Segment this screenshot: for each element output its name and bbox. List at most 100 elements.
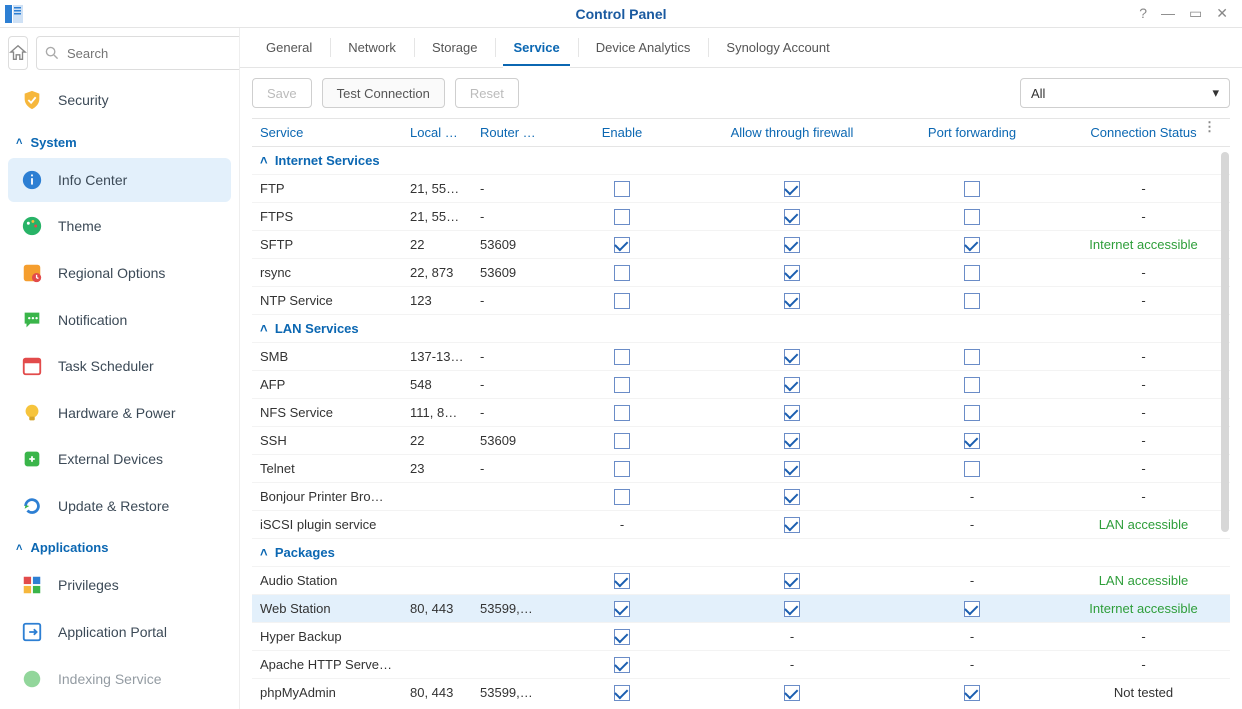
checkbox[interactable]: [614, 181, 630, 197]
search-input[interactable]: [65, 45, 240, 62]
sidebar-item-theme[interactable]: Theme: [8, 204, 231, 249]
table-row[interactable]: Bonjour Printer Bro… - -: [252, 483, 1230, 511]
checkbox[interactable]: [784, 209, 800, 225]
table-section[interactable]: ˄ Internet Services: [252, 147, 1230, 175]
checkbox[interactable]: [614, 209, 630, 225]
checkbox[interactable]: [614, 349, 630, 365]
table-row[interactable]: FTP 21, 55… - -: [252, 175, 1230, 203]
col-enable[interactable]: Enable: [547, 119, 697, 147]
checkbox[interactable]: [964, 209, 980, 225]
table-row[interactable]: Telnet 23 - -: [252, 455, 1230, 483]
col-router-port[interactable]: Router …: [472, 119, 547, 147]
reset-button[interactable]: Reset: [455, 78, 519, 108]
sidebar-item-external-devices[interactable]: External Devices: [8, 437, 231, 482]
sidebar-item-regional[interactable]: Regional Options: [8, 251, 231, 296]
help-icon[interactable]: ?: [1139, 5, 1147, 22]
checkbox[interactable]: [614, 657, 630, 673]
checkbox[interactable]: [964, 685, 980, 701]
checkbox[interactable]: [964, 601, 980, 617]
save-button[interactable]: Save: [252, 78, 312, 108]
table-row[interactable]: AFP 548 - -: [252, 371, 1230, 399]
checkbox[interactable]: [614, 237, 630, 253]
tab-network[interactable]: Network: [330, 28, 414, 67]
table-row[interactable]: Hyper Backup - - -: [252, 623, 1230, 651]
test-connection-button[interactable]: Test Connection: [322, 78, 445, 108]
checkbox[interactable]: [784, 517, 800, 533]
sidebar-item-indexing[interactable]: Indexing Service: [8, 656, 231, 701]
sidebar-group-system[interactable]: ˄ System: [8, 125, 231, 156]
checkbox[interactable]: [784, 377, 800, 393]
search-box[interactable]: [36, 36, 240, 70]
checkbox[interactable]: [964, 349, 980, 365]
sidebar-item-app-portal[interactable]: Application Portal: [8, 610, 231, 655]
checkbox[interactable]: [614, 293, 630, 309]
checkbox[interactable]: [784, 573, 800, 589]
sidebar-item-notification[interactable]: Notification: [8, 297, 231, 342]
filter-dropdown[interactable]: All ▾: [1020, 78, 1230, 108]
checkbox[interactable]: [614, 405, 630, 421]
checkbox[interactable]: [964, 461, 980, 477]
checkbox[interactable]: [614, 461, 630, 477]
scrollbar-thumb[interactable]: [1221, 152, 1229, 532]
tab-storage[interactable]: Storage: [414, 28, 496, 67]
checkbox[interactable]: [614, 433, 630, 449]
table-row[interactable]: FTPS 21, 55… - -: [252, 203, 1230, 231]
checkbox[interactable]: [614, 573, 630, 589]
sidebar-item-privileges[interactable]: Privileges: [8, 563, 231, 608]
table-row[interactable]: NFS Service 111, 8… - -: [252, 399, 1230, 427]
table-row[interactable]: SMB 137-13… - -: [252, 343, 1230, 371]
checkbox[interactable]: [784, 181, 800, 197]
checkbox[interactable]: [784, 405, 800, 421]
sidebar-item-security[interactable]: Security: [8, 78, 231, 123]
col-firewall[interactable]: Allow through firewall: [697, 119, 887, 147]
table-row[interactable]: iSCSI plugin service - - LAN accessible: [252, 511, 1230, 539]
sidebar-item-info-center[interactable]: Info Center: [8, 158, 231, 203]
tab-general[interactable]: General: [248, 28, 330, 67]
sidebar-item-update-restore[interactable]: Update & Restore: [8, 484, 231, 529]
checkbox[interactable]: [784, 489, 800, 505]
home-button[interactable]: [8, 36, 28, 70]
checkbox[interactable]: [964, 377, 980, 393]
checkbox[interactable]: [784, 237, 800, 253]
checkbox[interactable]: [614, 629, 630, 645]
checkbox[interactable]: [964, 265, 980, 281]
checkbox[interactable]: [784, 601, 800, 617]
checkbox[interactable]: [964, 237, 980, 253]
checkbox[interactable]: [964, 293, 980, 309]
minimize-icon[interactable]: —: [1161, 5, 1175, 22]
tab-service[interactable]: Service: [495, 28, 577, 67]
table-row[interactable]: NTP Service 123 - -: [252, 287, 1230, 315]
checkbox[interactable]: [964, 181, 980, 197]
tab-synology-account[interactable]: Synology Account: [708, 28, 847, 67]
sidebar-item-hardware-power[interactable]: Hardware & Power: [8, 390, 231, 435]
checkbox[interactable]: [964, 433, 980, 449]
checkbox[interactable]: [614, 377, 630, 393]
scrollbar[interactable]: [1220, 152, 1230, 701]
table-row[interactable]: SFTP 22 53609 Internet accessible: [252, 231, 1230, 259]
col-conn-status[interactable]: Connection Status ⋮: [1057, 119, 1230, 147]
col-port-forwarding[interactable]: Port forwarding: [887, 119, 1057, 147]
checkbox[interactable]: [784, 265, 800, 281]
checkbox[interactable]: [784, 349, 800, 365]
col-service[interactable]: Service: [252, 119, 402, 147]
table-row[interactable]: Web Station 80, 443 53599,… Internet acc…: [252, 595, 1230, 623]
checkbox[interactable]: [614, 601, 630, 617]
table-section[interactable]: ˄ LAN Services: [252, 315, 1230, 343]
close-icon[interactable]: ✕: [1216, 5, 1228, 22]
checkbox[interactable]: [784, 293, 800, 309]
checkbox[interactable]: [614, 489, 630, 505]
sidebar-item-task-scheduler[interactable]: Task Scheduler: [8, 344, 231, 389]
maximize-icon[interactable]: ▭: [1189, 5, 1202, 22]
checkbox[interactable]: [614, 685, 630, 701]
col-local-port[interactable]: Local P…: [402, 119, 472, 147]
table-section[interactable]: ˄ Packages: [252, 539, 1230, 567]
checkbox[interactable]: [784, 461, 800, 477]
checkbox[interactable]: [964, 405, 980, 421]
table-row[interactable]: Apache HTTP Serve… - - -: [252, 651, 1230, 679]
table-row[interactable]: SSH 22 53609 -: [252, 427, 1230, 455]
table-row[interactable]: rsync 22, 873 53609 -: [252, 259, 1230, 287]
tab-device-analytics[interactable]: Device Analytics: [578, 28, 709, 67]
checkbox[interactable]: [614, 265, 630, 281]
sidebar-group-applications[interactable]: ˄ Applications: [8, 530, 231, 561]
checkbox[interactable]: [784, 433, 800, 449]
